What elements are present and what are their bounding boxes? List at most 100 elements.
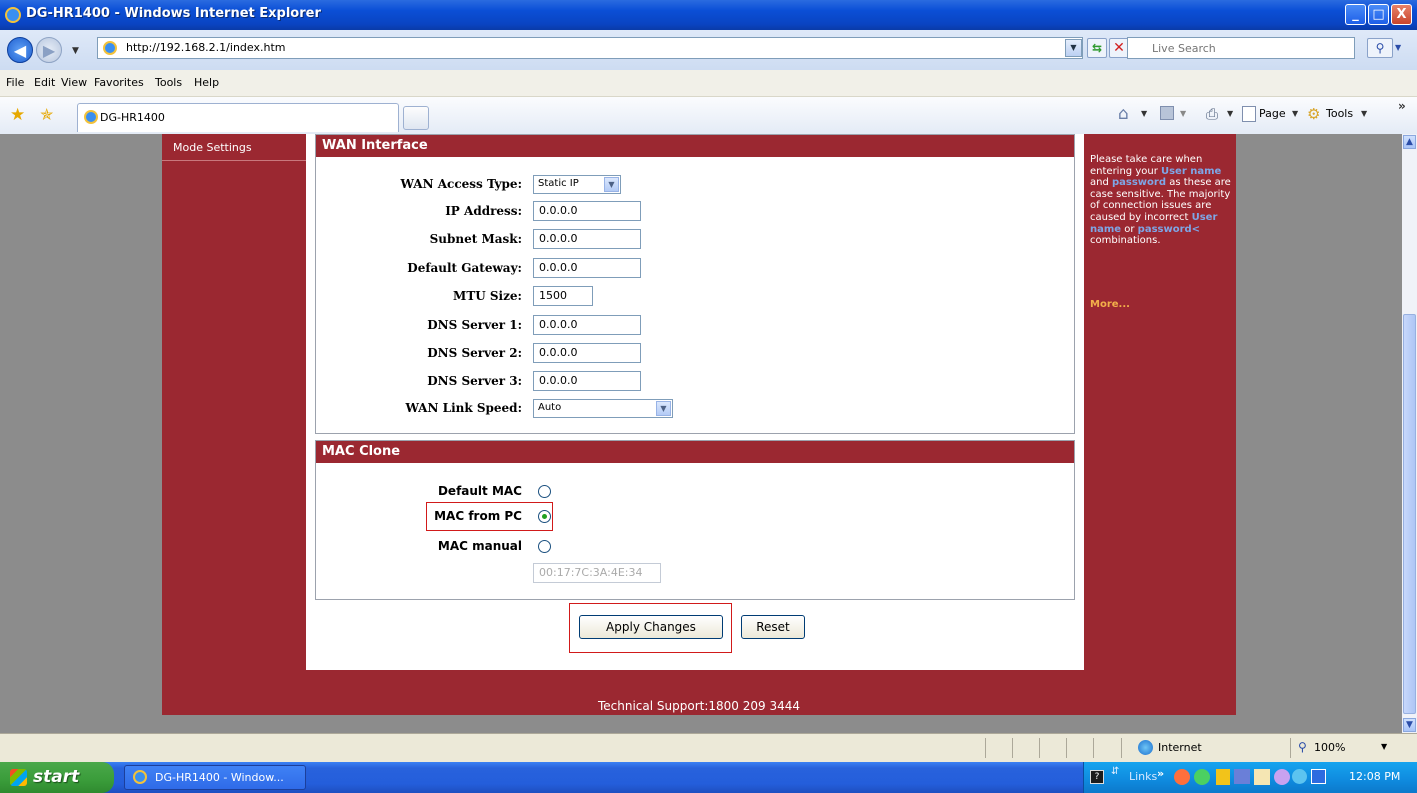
vertical-scrollbar[interactable]: ▲ ▼ [1402,134,1417,733]
page-menu-icon[interactable] [1242,106,1256,122]
status-divider [1012,738,1013,758]
tools-dropdown-icon[interactable]: ▼ [1361,109,1367,118]
mac-from-pc-radio[interactable] [538,510,551,523]
search-options-icon[interactable]: ▼ [1395,38,1409,58]
wan-interface-header: WAN Interface [316,135,1074,157]
mac-manual-label: MAC manual [437,539,522,553]
dns-server-1-input[interactable]: 0.0.0.0 [533,315,641,335]
reset-button[interactable]: Reset [741,615,805,639]
scroll-thumb[interactable] [1403,314,1416,714]
tab-dg-hr1400[interactable]: DG-HR1400 [77,103,399,132]
wan-access-type-label: WAN Access Type: [400,177,522,191]
default-mac-radio[interactable] [538,485,551,498]
feeds-dropdown-icon[interactable]: ▼ [1180,109,1186,118]
search-icon[interactable]: ⚲ [1367,38,1393,58]
maximize-button[interactable]: □ [1368,4,1389,25]
add-favorite-icon[interactable]: ✯ [40,105,53,124]
search-input[interactable] [1150,41,1354,56]
start-button[interactable]: start [0,762,114,793]
menu-tools[interactable]: Tools [155,76,182,89]
taskbar-ie-icon [133,770,147,784]
home-dropdown-icon[interactable]: ▼ [1141,109,1147,118]
wan-link-speed-value: Auto [538,402,562,413]
help-tray-icon[interactable]: ? [1090,770,1104,784]
default-gateway-input[interactable]: 0.0.0.0 [533,258,641,278]
forward-icon[interactable]: ▶ [36,37,62,63]
dns-server-2-input[interactable]: 0.0.0.0 [533,343,641,363]
status-bar: Internet ⚲ 100% ▼ [0,733,1417,763]
help-text-4: or [1121,223,1138,235]
nav-mode-settings[interactable]: Mode Settings [173,141,252,154]
search-box[interactable] [1127,37,1355,59]
new-tab-button[interactable] [403,106,429,130]
scroll-up-icon[interactable]: ▲ [1403,135,1416,149]
refresh-icon[interactable]: ⇆ [1087,38,1107,58]
subnet-mask-input[interactable]: 0.0.0.0 [533,229,641,249]
toolbar-overflow-icon[interactable]: » [1398,99,1406,113]
mac-manual-radio[interactable] [538,540,551,553]
print-icon[interactable]: ⎙ [1206,105,1218,123]
tools-gear-icon[interactable]: ⚙ [1307,105,1320,123]
chevron-down-icon: ▼ [656,401,671,416]
zone-label: Internet [1158,741,1202,754]
mac-clone-header: MAC Clone [316,441,1074,463]
ip-address-input[interactable]: 0.0.0.0 [533,201,641,221]
default-gateway-label: Default Gateway: [407,261,522,275]
menu-file[interactable]: File [6,76,24,89]
tray-shield-icon[interactable] [1216,769,1230,785]
favorites-star-icon[interactable]: ★ [10,105,25,125]
back-icon[interactable]: ◀ [7,37,33,63]
tray-app-icon[interactable] [1274,769,1290,785]
stop-icon[interactable]: ✕ [1109,38,1129,58]
tray-arrow-icon[interactable]: ⇵ [1111,766,1119,777]
globe-icon [1138,740,1153,755]
links-overflow-icon[interactable]: » [1157,767,1164,780]
address-bar[interactable]: http://192.168.2.1/index.htm [97,37,1083,59]
menu-help[interactable]: Help [194,76,219,89]
menu-favorites[interactable]: Favorites [94,76,144,89]
history-dropdown-icon[interactable]: ▼ [72,46,79,56]
taskbar-ie-window[interactable]: DG-HR1400 - Window... [124,765,306,790]
tray-app-icon[interactable] [1194,769,1210,785]
mac-from-pc-label: MAC from PC [434,509,522,523]
zoom-level[interactable]: 100% [1314,741,1345,754]
window-title: DG-HR1400 - Windows Internet Explorer [26,6,321,21]
taskbar: start DG-HR1400 - Window... ? ⇵ Links » … [0,762,1417,793]
menu-edit[interactable]: Edit [34,76,55,89]
windows-logo-icon [10,769,27,786]
wan-link-speed-label: WAN Link Speed: [405,401,522,415]
tray-app-icon[interactable] [1254,769,1270,785]
home-icon[interactable]: ⌂ [1118,104,1129,124]
zoom-icon[interactable]: ⚲ [1298,740,1307,754]
zoom-dropdown-icon[interactable]: ▼ [1381,742,1387,751]
scroll-down-icon[interactable]: ▼ [1403,718,1416,732]
mac-manual-input[interactable]: 00:17:7C:3A:4E:34 [533,563,661,583]
default-mac-label: Default MAC [437,484,522,498]
wan-access-type-select[interactable]: Static IP ▼ [533,175,621,194]
links-label[interactable]: Links [1129,770,1157,783]
more-link[interactable]: More... [1090,299,1130,310]
print-dropdown-icon[interactable]: ▼ [1227,109,1233,118]
apply-changes-button[interactable]: Apply Changes [579,615,723,639]
tray-app-icon[interactable] [1311,769,1326,784]
ip-address-label: IP Address: [445,204,522,218]
page-menu-label[interactable]: Page [1259,107,1286,120]
status-divider [1066,738,1067,758]
tray-app-icon[interactable] [1174,769,1190,785]
help-text: Please take care when entering your User… [1090,154,1234,247]
dns-server-3-input[interactable]: 0.0.0.0 [533,371,641,391]
page-dropdown-icon[interactable]: ▼ [1292,109,1298,118]
minimize-button[interactable]: _ [1345,4,1366,25]
tray-network-icon[interactable] [1234,769,1250,784]
menu-view[interactable]: View [61,76,87,89]
ie-icon [5,7,21,23]
close-button[interactable]: X [1391,4,1412,25]
dns-server-2-label: DNS Server 2: [427,346,522,360]
tools-menu-label[interactable]: Tools [1326,107,1353,120]
tray-messenger-icon[interactable] [1292,769,1307,784]
feeds-icon[interactable] [1160,106,1174,120]
address-url[interactable]: http://192.168.2.1/index.htm [126,41,285,54]
address-dropdown-icon[interactable]: ▼ [1065,39,1082,57]
mtu-size-input[interactable]: 1500 [533,286,593,306]
wan-link-speed-select[interactable]: Auto ▼ [533,399,673,418]
